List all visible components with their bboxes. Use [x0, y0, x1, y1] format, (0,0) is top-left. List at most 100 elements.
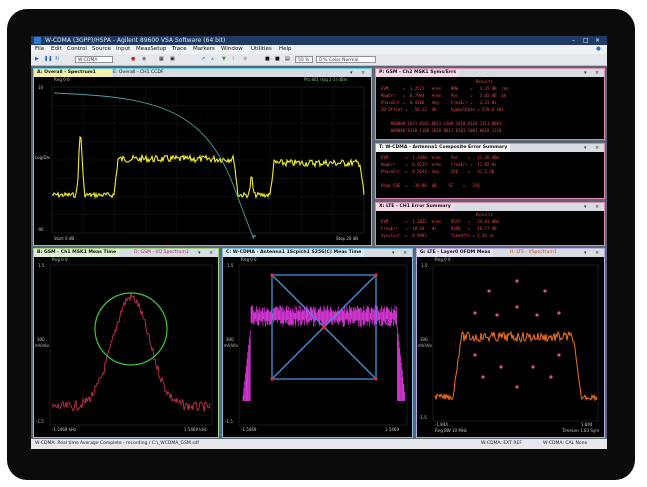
- trace-lte-ofdm-meas[interactable]: G: LTE - Layer0 OFDM Meas H: LTE - I/Spe…: [416, 248, 605, 438]
- y-mid-label: 300: [226, 337, 234, 342]
- menu-bar: File Edit Control Source Input MeasSetup…: [31, 45, 607, 54]
- layout1-icon[interactable]: ■: [265, 56, 270, 63]
- tab-wcdma-meas-time[interactable]: C: W-CDMA - Antenna1 1Scpich1 S256(C) Me…: [223, 249, 365, 257]
- results-header: Results: [476, 212, 493, 217]
- lte-plot[interactable]: Rng 0 0 1.5 300 mV/div -1.5 -1.844 1.844…: [417, 257, 604, 437]
- trace-menu-icon[interactable]: ▾: [584, 144, 587, 152]
- tab-lte-ofdm-meas[interactable]: G: LTE - Layer0 OFDM Meas: [417, 249, 494, 257]
- trace-close-icon[interactable]: ×: [595, 144, 599, 152]
- menu-utilities[interactable]: Utilities: [251, 45, 272, 54]
- menu-file[interactable]: File: [35, 45, 44, 54]
- lte-constellation-point: [515, 385, 519, 389]
- grid-layout-icon[interactable]: ▦: [159, 56, 164, 63]
- y-top-label: 1.5: [421, 263, 428, 268]
- y-unit-label: mV/div: [35, 343, 49, 348]
- x-right-label: Stop 20 dB: [336, 236, 359, 241]
- lte-error-body: Results EVM = 1.1022 %rms RSTP = -24.81 …: [376, 211, 604, 245]
- tab-overall-ccdf[interactable]: E: Overall - CH1 CCDF: [110, 69, 167, 77]
- minimize-button[interactable]: –: [572, 36, 575, 45]
- trace-workspace: A: Overall - Spectrum1 E: Overall - CH1 …: [31, 66, 607, 439]
- play-icon[interactable]: ▶: [35, 56, 39, 63]
- record-icon[interactable]: ●: [131, 56, 135, 63]
- trace-menu-icon[interactable]: ▾: [392, 249, 395, 257]
- x-left-label: Start 0 dB: [54, 236, 75, 241]
- trace-lte-error-summary[interactable]: X: LTE - CH1 Error Summary ▾ × Results E…: [375, 202, 605, 246]
- constellation-point: [270, 377, 274, 381]
- trace-gsm-meas-time[interactable]: B: GSM - Ch1 MSK1 Meas Time D: GSM - I/Q…: [33, 248, 219, 438]
- gsm-constellation-circle: [94, 292, 168, 366]
- tab-wcdma-error-summary[interactable]: T: W-CDMA - Antenna1 Composite Error Sum…: [376, 144, 511, 152]
- tab-gsm-iq-spectrum[interactable]: D: GSM - I/Q Spectrum1: [131, 249, 192, 257]
- menu-source[interactable]: Source: [92, 45, 111, 54]
- trace-menu-icon[interactable]: ▾: [584, 249, 587, 257]
- tab-gsm-syms-errs[interactable]: P: GSM - Ch2 MSK1 Syms/Errs: [376, 69, 460, 77]
- sweep-icon[interactable]: ⌇: [232, 56, 234, 63]
- trace-menu-icon[interactable]: ▾: [584, 69, 587, 77]
- plot-frame: [49, 264, 213, 426]
- trace-wcdma-error-summary[interactable]: T: W-CDMA - Antenna1 Composite Error Sum…: [375, 143, 605, 199]
- menu-edit[interactable]: Edit: [51, 45, 62, 54]
- trace-close-icon[interactable]: ×: [361, 69, 365, 77]
- trace-spectrum-ccdf[interactable]: A: Overall - Spectrum1 E: Overall - CH1 …: [33, 68, 372, 246]
- options-icon[interactable]: ⚙: [243, 56, 247, 63]
- trace-menu-icon[interactable]: ▾: [350, 69, 353, 77]
- trace-close-icon[interactable]: ×: [403, 249, 407, 257]
- trace-tabstrip: B: GSM - Ch1 MSK1 Meas Time D: GSM - I/Q…: [34, 249, 218, 257]
- help-icon[interactable]: ●: [596, 45, 601, 54]
- y-mid-label: Log/Div: [35, 155, 51, 160]
- menu-control[interactable]: Control: [67, 45, 87, 54]
- lte-constellation-point: [515, 305, 519, 309]
- trace-wcdma-meas-time[interactable]: C: W-CDMA - Antenna1 1Scpich1 S256(C) Me…: [222, 248, 413, 438]
- vsa-application-window: W-CDMA (3GPP)/HSPA - Agilent 89600 VSA S…: [31, 36, 607, 449]
- menu-markers[interactable]: Markers: [193, 45, 215, 54]
- readout-right: Pts 801 (log 1 1) dBm: [304, 77, 348, 82]
- menu-meassetup[interactable]: MeasSetup: [136, 45, 166, 54]
- spectrum-plot[interactable]: Rng 0 0 Pts 801 (log 1 1) dBm 10 Log/Div…: [34, 77, 371, 245]
- tab-lte-error-summary[interactable]: X: LTE - CH1 Error Summary: [376, 203, 454, 211]
- layout2-icon[interactable]: ■: [275, 56, 280, 63]
- trace-close-icon[interactable]: ×: [595, 203, 599, 211]
- close-button[interactable]: ×: [595, 36, 600, 45]
- wcdma-spectrum-trace: [242, 305, 405, 401]
- status-cal[interactable]: W-CDMA: CAL None: [543, 439, 587, 449]
- peak-icon[interactable]: ⩚: [211, 56, 214, 63]
- marker-icon[interactable]: ↗: [201, 56, 205, 63]
- trace-close-icon[interactable]: ×: [209, 249, 213, 257]
- readout: Rng 0 0: [52, 257, 68, 262]
- autoscale-icon[interactable]: ◉: [142, 56, 146, 63]
- layout3-icon[interactable]: ▤: [285, 56, 290, 63]
- trace-gsm-syms-errs[interactable]: P: GSM - Ch2 MSK1 Syms/Errs ▾ × Results …: [375, 68, 605, 140]
- trigger-icon[interactable]: ▼: [222, 56, 226, 63]
- status-ext-ref[interactable]: W-CDMA: EXT REF: [481, 439, 522, 449]
- tab-overall-spectrum[interactable]: A: Overall - Spectrum1: [34, 69, 112, 77]
- menu-trace[interactable]: Trace: [172, 45, 187, 54]
- percent-field[interactable]: 50 %: [295, 56, 313, 63]
- lte-svg: [432, 264, 599, 422]
- y-mid-label: 300: [420, 337, 428, 342]
- tile-icon[interactable]: ▣: [170, 56, 175, 63]
- gsm-line-6: 000040 0110 1100 1010 0011 0101 1001 001…: [381, 128, 502, 133]
- constellation-point: [322, 325, 326, 329]
- monitor-bezel: W-CDMA (3GPP)/HSPA - Agilent 89600 VSA S…: [7, 9, 635, 480]
- y-bottom-label: -1.5: [419, 415, 427, 420]
- maximize-button[interactable]: □: [583, 36, 589, 45]
- color-normal-select[interactable]: 0 % Color Normal: [316, 56, 376, 63]
- restart-icon[interactable]: ↻: [55, 56, 59, 63]
- pause-icon[interactable]: ❚❚: [44, 56, 52, 63]
- plot-frame: [238, 264, 408, 426]
- tab-gsm-meas-time[interactable]: B: GSM - Ch1 MSK1 Meas Time: [34, 249, 120, 257]
- measurement-select[interactable]: W-CDMA: [75, 56, 113, 63]
- trace-close-icon[interactable]: ×: [595, 69, 599, 77]
- trace-close-icon[interactable]: ×: [595, 249, 599, 257]
- gsm-line-1: MagErr = 0.7984 %rms Pwr = 3.05 dB pk: [381, 93, 507, 98]
- trace-menu-icon[interactable]: ▾: [198, 249, 201, 257]
- tab-lte-spectrum[interactable]: H: LTE - I/Spectrum1: [507, 249, 560, 257]
- menu-help[interactable]: Help: [279, 45, 292, 54]
- menu-window[interactable]: Window: [221, 45, 243, 54]
- wcdma-plot[interactable]: Rng 0 0 1.5 300 mV/div -1.5 -1.5469 1.54…: [223, 257, 412, 437]
- lte-constellation-point: [495, 313, 499, 317]
- gsm-plot[interactable]: Rng 0 0 1.5 300 mV/div -1.5 -1.5469 kHz …: [34, 257, 218, 437]
- gsm-line-0: EVM = 1.2571 %rms RBW = 4.35 dB rms: [381, 86, 509, 91]
- menu-input[interactable]: Input: [116, 45, 130, 54]
- trace-menu-icon[interactable]: ▾: [584, 203, 587, 211]
